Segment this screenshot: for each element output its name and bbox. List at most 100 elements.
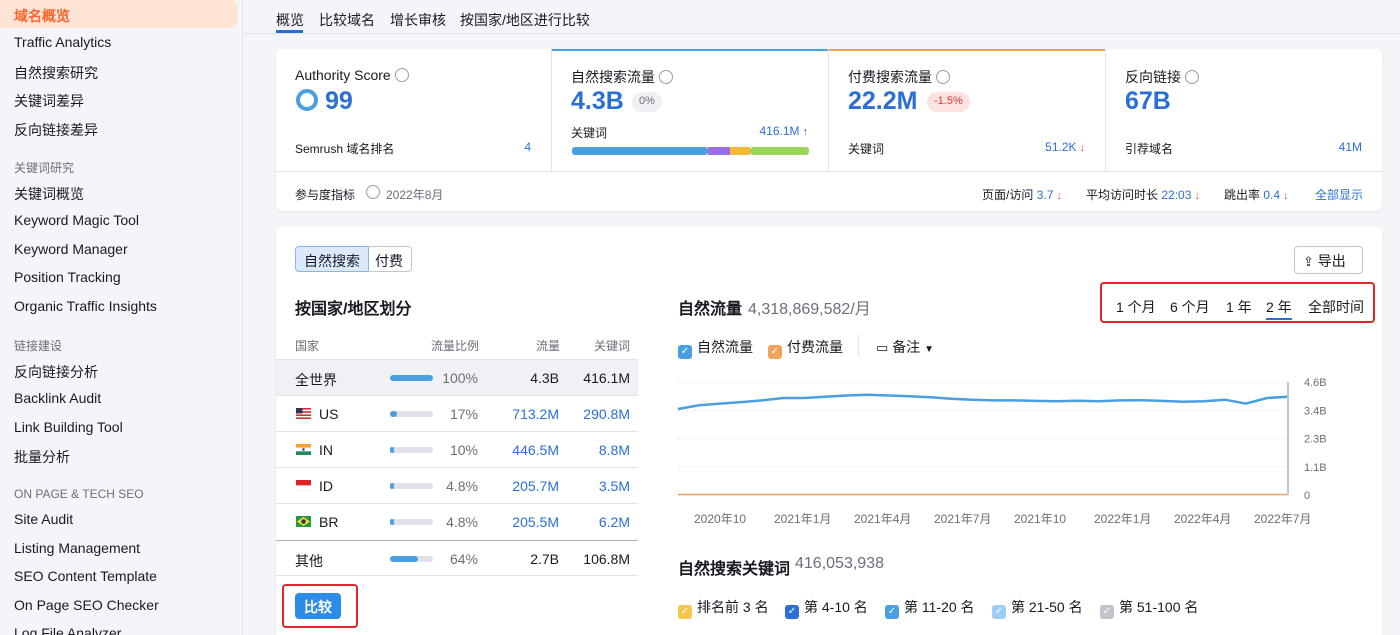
tab-compare-domains[interactable]: 比较域名: [319, 10, 375, 30]
semrush-rank-label: Semrush 域名排名: [295, 142, 395, 156]
legend-organic-checkbox[interactable]: ✓ 自然流量: [678, 337, 753, 359]
keywords-section-value: 416,053,938: [795, 555, 884, 572]
legend-4-10[interactable]: ✓ 第 4-10 名: [785, 597, 868, 619]
table-row[interactable]: 全世界 100% 4.3B 416.1M: [276, 359, 638, 395]
sidebar-section-link-building: 链接建设: [14, 339, 63, 353]
sidebar-item-backlink-audit[interactable]: Backlink Audit: [14, 390, 101, 406]
semrush-rank-value[interactable]: 4: [524, 140, 531, 154]
metrics-card: Authority Score 99 Semrush 域名排名 4 自然搜索流量…: [276, 49, 1382, 211]
row-share: 17%: [449, 406, 478, 422]
sidebar-item-link-building-tool[interactable]: Link Building Tool: [14, 419, 123, 435]
range-1-year[interactable]: 1 年: [1226, 297, 1252, 317]
row-share: 4.8%: [446, 478, 478, 494]
checkbox-checked-icon: ✓: [678, 605, 692, 619]
organic-traffic-change-badge: 0%: [632, 92, 662, 112]
export-button[interactable]: ⇪ 导出: [1294, 246, 1363, 274]
x-tick-label: 2021年1月: [774, 512, 831, 526]
row-share: 100%: [442, 370, 478, 386]
share-bar-fill: [390, 447, 395, 453]
paid-traffic-change-badge: -1.5%: [927, 92, 970, 112]
segment-paid[interactable]: 付费: [367, 246, 412, 272]
metric-backlinks[interactable]: 反向链接 67B 引荐域名 41M: [1106, 49, 1382, 171]
sidebar-item-organic-traffic-insights[interactable]: Organic Traffic Insights: [14, 298, 157, 314]
organic-traffic-value: 4.3B: [571, 87, 624, 115]
traffic-line-chart[interactable]: 0 1.1B 2.3B 3.4B 4.6B 2020年10 2021年1月 2021年4月 20…: [676, 372, 1366, 532]
sidebar-item-listing-management[interactable]: Listing Management: [14, 540, 140, 556]
legend-51-100[interactable]: ✓ 第 51-100 名: [1100, 597, 1198, 619]
range-all-time[interactable]: 全部时间: [1308, 297, 1364, 317]
arrow-down-icon: ↓: [1079, 142, 1086, 154]
table-row[interactable]: US 17% 713.2M 290.8M: [276, 395, 638, 431]
share-bar-fill: [390, 375, 433, 381]
row-keywords[interactable]: 3.5M: [599, 478, 630, 494]
sidebar-item-organic-research[interactable]: 自然搜索研究: [14, 63, 98, 83]
info-icon[interactable]: [936, 70, 950, 84]
organic-keywords-distribution-bar: [572, 147, 809, 155]
share-bar-fill: [390, 411, 398, 417]
legend-21-50[interactable]: ✓ 第 21-50 名: [992, 597, 1083, 619]
row-traffic[interactable]: 205.7M: [512, 478, 559, 494]
x-tick-label: 2020年10: [694, 512, 746, 526]
sidebar: 域名概览 Traffic Analytics 自然搜索研究 关键词差异 反向链接…: [0, 0, 243, 635]
compare-button[interactable]: 比较: [295, 593, 341, 619]
sidebar-item-bulk-analysis[interactable]: 批量分析: [14, 447, 70, 467]
sidebar-item-keyword-magic-tool[interactable]: Keyword Magic Tool: [14, 212, 139, 228]
row-country: 全世界: [295, 372, 337, 388]
tab-growth-report[interactable]: 增长审核: [390, 10, 446, 30]
sidebar-item-log-file-analyzer[interactable]: Log File Analyzer: [14, 625, 121, 635]
tab-bar: 概览 比较域名 增长审核 按国家/地区进行比较: [244, 0, 1400, 34]
info-icon[interactable]: [366, 185, 380, 199]
y-tick-label: 3.4B: [1304, 405, 1327, 417]
info-icon[interactable]: [394, 68, 409, 82]
notes-dropdown[interactable]: ▭ 备注 ▼: [876, 337, 934, 357]
range-1-month[interactable]: 1 个月: [1116, 297, 1156, 317]
legend-11-20[interactable]: ✓ 第 11-20 名: [885, 597, 975, 619]
info-icon[interactable]: [659, 70, 673, 84]
header-traffic: 流量: [536, 339, 561, 353]
sidebar-item-position-tracking[interactable]: Position Tracking: [14, 269, 121, 285]
table-row[interactable]: IN 10% 446.5M 8.8M: [276, 431, 638, 467]
row-traffic[interactable]: 713.2M: [512, 406, 559, 422]
paid-keywords-value[interactable]: 51.2K ↓: [1045, 140, 1085, 154]
y-tick-label: 0: [1304, 490, 1310, 502]
show-all-link[interactable]: 全部显示: [1315, 186, 1363, 203]
sidebar-item-seo-content-template[interactable]: SEO Content Template: [14, 568, 157, 584]
metric-organic-traffic[interactable]: 自然搜索流量 4.3B 0% 关键词 416.1M ↑: [552, 49, 829, 171]
sidebar-item-keyword-gap[interactable]: 关键词差异: [14, 91, 84, 111]
organic-keywords-value[interactable]: 416.1M ↑: [759, 124, 808, 138]
sidebar-item-backlink-analytics[interactable]: 反向链接分析: [14, 362, 98, 382]
x-tick-label: 2022年4月: [1174, 512, 1231, 526]
sidebar-item-traffic-analytics[interactable]: Traffic Analytics: [14, 34, 111, 50]
sidebar-item-keyword-manager[interactable]: Keyword Manager: [14, 241, 128, 257]
organic-traffic-label: 自然搜索流量: [571, 67, 673, 87]
table-row[interactable]: BR 4.8% 205.5M 6.2M: [276, 503, 638, 539]
referring-domains-value[interactable]: 41M: [1339, 140, 1362, 154]
row-share: 64%: [449, 551, 478, 567]
info-icon[interactable]: [1185, 70, 1199, 84]
range-6-months[interactable]: 6 个月: [1170, 297, 1210, 317]
row-traffic[interactable]: 205.5M: [512, 514, 559, 530]
organic-traffic-line: [677, 393, 1289, 411]
sidebar-item-site-audit[interactable]: Site Audit: [14, 511, 73, 527]
row-traffic[interactable]: 446.5M: [512, 442, 559, 458]
row-keywords[interactable]: 290.8M: [583, 406, 630, 422]
row-keywords: 106.8M: [583, 551, 630, 567]
row-keywords[interactable]: 6.2M: [599, 514, 630, 530]
table-row[interactable]: 其他 64% 2.7B 106.8M: [276, 540, 638, 576]
row-country: BR: [319, 514, 339, 530]
range-2-years[interactable]: 2 年: [1266, 297, 1292, 320]
sidebar-item-on-page-seo-checker[interactable]: On Page SEO Checker: [14, 597, 159, 613]
sidebar-item-domain-overview[interactable]: 域名概览: [14, 6, 70, 26]
legend-paid-checkbox[interactable]: ✓ 付费流量: [768, 337, 843, 359]
tab-overview[interactable]: 概览: [276, 10, 304, 30]
sidebar-item-keyword-overview[interactable]: 关键词概览: [14, 184, 84, 204]
legend-top-3[interactable]: ✓ 排名前 3 名: [678, 597, 769, 619]
tab-compare-by-country[interactable]: 按国家/地区进行比较: [460, 10, 590, 30]
sidebar-item-backlink-gap[interactable]: 反向链接差异: [14, 120, 98, 140]
row-share: 10%: [449, 442, 478, 458]
table-row[interactable]: ID 4.8% 205.7M 3.5M: [276, 467, 638, 503]
comment-icon: ▭: [876, 340, 889, 355]
metric-paid-traffic[interactable]: 付费搜索流量 22.2M -1.5% 关键词 51.2K ↓: [829, 49, 1106, 171]
row-keywords[interactable]: 8.8M: [599, 442, 630, 458]
segment-organic[interactable]: 自然搜索: [295, 246, 369, 272]
